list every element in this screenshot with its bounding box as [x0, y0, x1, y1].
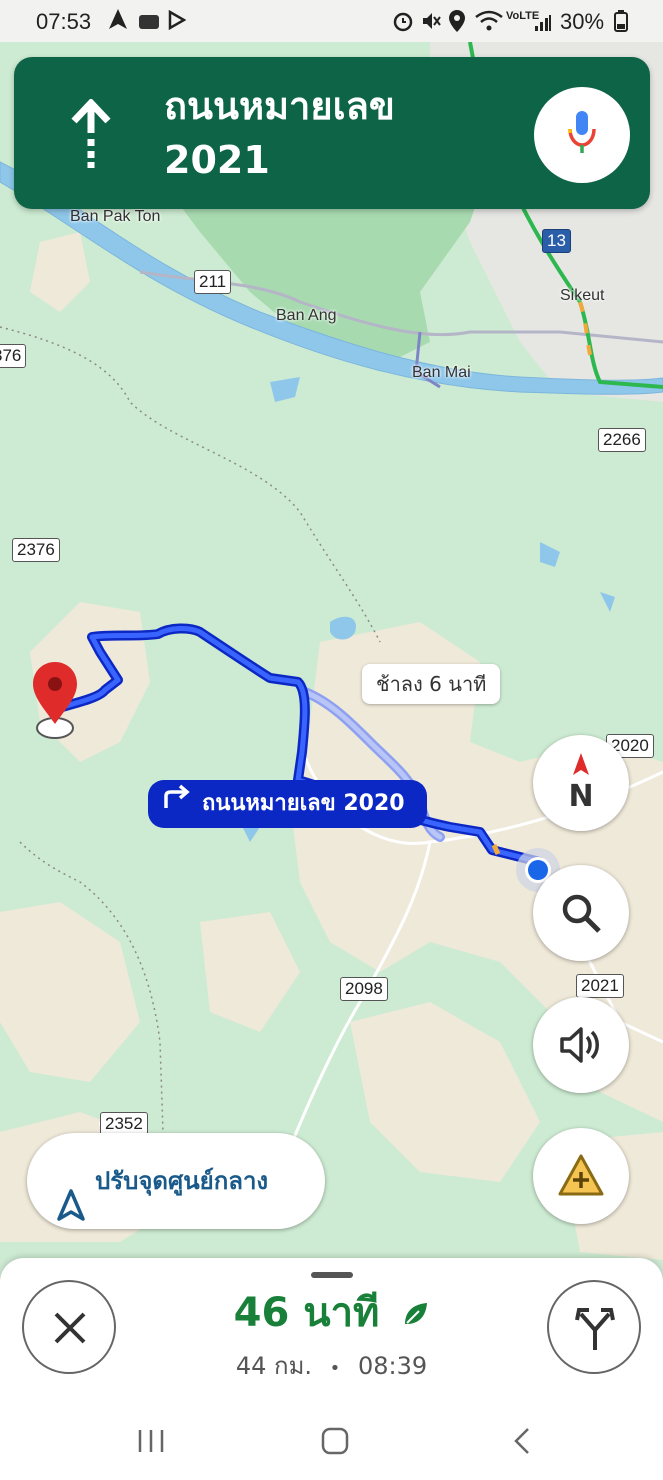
road-shield: 2376	[12, 538, 60, 562]
compass-button[interactable]: N	[533, 735, 629, 831]
battery-icon	[614, 10, 628, 38]
recenter-button[interactable]: ปรับจุดศูนย์กลาง	[27, 1133, 325, 1229]
speaker-icon	[559, 1025, 603, 1069]
hd-voice-icon	[138, 11, 160, 37]
voice-search-button[interactable]	[534, 87, 630, 183]
search-icon	[560, 892, 602, 938]
road-shield: 2021	[576, 974, 624, 998]
status-time: 07:53	[36, 9, 92, 34]
turn-right-icon	[162, 780, 192, 828]
add-report-icon	[557, 1152, 605, 1202]
compass-label: N	[568, 779, 594, 814]
home-icon[interactable]	[321, 1426, 349, 1460]
recenter-label: ปรับจุดศูนย์กลาง	[95, 1167, 269, 1195]
place-label: Ban Ang	[276, 307, 337, 324]
road-shield: 13	[542, 229, 571, 253]
alternate-routes-button[interactable]	[547, 1280, 641, 1374]
search-button[interactable]	[533, 865, 629, 961]
place-label: Ban Pak Ton	[70, 208, 161, 225]
location-icon	[448, 9, 466, 39]
road-shield: 211	[194, 270, 232, 294]
compass-needle-icon	[571, 753, 591, 779]
alarm-icon	[392, 10, 414, 38]
separator-dot: •	[329, 1358, 341, 1379]
navigation-arrow-icon	[108, 8, 128, 36]
report-incident-button[interactable]	[533, 1128, 629, 1224]
system-nav-bar	[0, 1404, 663, 1480]
alternate-route-label: ช้าลง 6 นาที	[376, 672, 487, 696]
next-turn-street: ถนนหมายเลข 2020	[202, 791, 405, 816]
route-fork-icon	[573, 1302, 617, 1356]
road-shield: 376	[0, 344, 27, 368]
current-street: ถนนหมายเลข 2021	[164, 79, 395, 187]
road-shield: 2266	[598, 428, 646, 452]
trip-summary-sheet[interactable]: 46 นาที 44 กม. • 08:39	[0, 1258, 663, 1404]
navigation-banner[interactable]: ถนนหมายเลข 2021	[14, 57, 650, 209]
road-shield: 2098	[340, 977, 388, 1001]
signal-icon	[534, 12, 552, 38]
recenter-arrow-icon	[57, 1165, 85, 1261]
wifi-icon	[474, 10, 504, 38]
eco-leaf-icon	[401, 1292, 429, 1338]
back-icon[interactable]	[512, 1426, 532, 1460]
arrival-time: 08:39	[357, 1352, 428, 1380]
place-label: Sikeut	[560, 287, 605, 304]
status-bar: 07:53 VoLTE 30%	[0, 0, 663, 42]
battery-percent: 30%	[560, 9, 605, 34]
sound-button[interactable]	[533, 997, 629, 1093]
mute-icon	[420, 10, 442, 38]
alternate-route-callout[interactable]: ช้าลง 6 นาที	[362, 664, 501, 704]
next-turn-callout: ถนนหมายเลข 2020	[148, 780, 427, 828]
place-label: Ban Mai	[412, 364, 471, 381]
street-name: ถนนหมายเลข	[164, 84, 395, 128]
straight-arrow-icon	[68, 97, 114, 173]
trip-duration: 46 นาที	[233, 1290, 380, 1336]
recent-apps-icon[interactable]	[137, 1428, 165, 1458]
street-number: 2021	[164, 138, 270, 182]
play-icon	[168, 9, 187, 36]
sheet-handle[interactable]	[311, 1272, 353, 1278]
trip-distance: 44 กม.	[235, 1352, 313, 1380]
mic-icon	[566, 109, 598, 165]
